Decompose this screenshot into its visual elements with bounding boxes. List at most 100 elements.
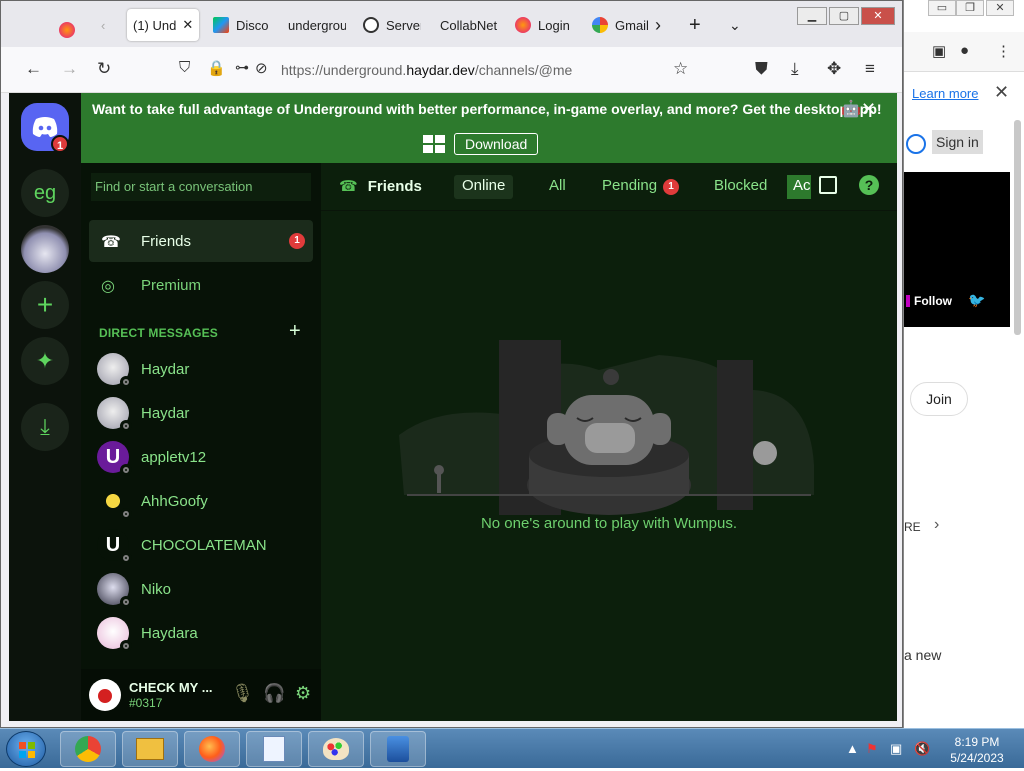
tab-label: Login [538, 17, 570, 33]
help-icon[interactable]: ? [859, 175, 879, 195]
gear-icon[interactable]: ⚙ [295, 683, 311, 704]
firefox-taskbar-icon[interactable] [184, 731, 240, 767]
url-prefix: https://underground. [281, 62, 407, 78]
reload-icon[interactable]: ↻ [97, 59, 111, 79]
close-button[interactable]: ✕ [861, 7, 895, 25]
tab-server[interactable]: Server [363, 9, 421, 41]
minimize-button[interactable]: ▁ [797, 7, 827, 25]
dm-item[interactable]: Haydar [89, 393, 313, 433]
create-dm-icon[interactable]: + [289, 320, 301, 343]
bg-maximize-button[interactable]: ❐ [956, 0, 984, 16]
info-icon [363, 17, 379, 33]
tab-bar: ‹ (1) Und ✕ Disco undergrou Server Colla… [1, 1, 902, 47]
permissions-icon[interactable]: ⊶ [235, 59, 249, 76]
bookmark-star-icon[interactable]: ☆ [673, 59, 688, 79]
tab-all[interactable]: All [541, 175, 574, 199]
tab-scroll-left-icon[interactable]: ‹ [101, 9, 105, 41]
embedded-video[interactable]: Follow 🐦 [904, 172, 1010, 327]
avatar [97, 617, 132, 652]
user-tag: #0317 [129, 696, 163, 710]
dm-item[interactable]: Haydar [89, 349, 313, 389]
menu-icon[interactable]: ⋮ [996, 42, 1011, 60]
dm-item[interactable]: Haydara [89, 613, 313, 653]
blocked-icon[interactable]: ⊘ [255, 59, 268, 77]
new-tab-icon[interactable]: + [689, 9, 701, 41]
tab-blocked[interactable]: Blocked [706, 175, 775, 199]
tab-gmail[interactable]: Gmail [592, 9, 648, 41]
chrome-taskbar-icon[interactable] [60, 731, 116, 767]
extensions-icon[interactable]: ✥ [827, 59, 841, 79]
windows-taskbar: ▲ ⚑ ▣ 🔇 8:19 PM 5/24/2023 [0, 728, 1024, 768]
close-banner-icon[interactable]: ✕ [861, 99, 876, 120]
tab-collabnet[interactable]: CollabNet [440, 9, 502, 41]
discord-logo-icon [32, 117, 58, 137]
explorer-taskbar-icon[interactable] [122, 731, 178, 767]
search-conversation-input[interactable]: Find or start a conversation [91, 173, 311, 201]
bg-minimize-button[interactable]: ▭ [928, 0, 956, 16]
compass-icon[interactable]: ✦ [21, 337, 69, 385]
tab-discord[interactable]: Disco [213, 9, 269, 41]
tab-close-icon[interactable]: ✕ [182, 17, 193, 33]
app-menu-icon[interactable]: ≡ [865, 59, 875, 79]
tab-underground[interactable]: (1) Und ✕ [127, 9, 199, 41]
pocket-icon[interactable]: ⛊ [755, 59, 768, 79]
join-button[interactable]: Join [910, 382, 968, 416]
notepad-taskbar-icon[interactable] [246, 731, 302, 767]
avatar: U [97, 529, 132, 564]
download-apps-icon[interactable]: ⤓ [21, 403, 69, 451]
close-icon[interactable]: ✕ [994, 82, 1009, 103]
server-eg[interactable]: eg [21, 169, 69, 217]
firefox-icon [515, 17, 531, 33]
tab-login[interactable]: Login [515, 9, 571, 41]
firefox-view-icon[interactable] [59, 14, 79, 46]
sidebar-item-friends[interactable]: ☎ Friends 1 [89, 220, 313, 262]
inbox-icon[interactable] [819, 176, 837, 194]
start-button[interactable] [6, 731, 46, 767]
profile-icon[interactable]: ● [960, 42, 969, 59]
dm-item[interactable]: AhhGoofy [89, 481, 313, 521]
scrollbar[interactable] [1014, 120, 1021, 335]
shield-icon[interactable]: ⛉ [179, 59, 190, 76]
action-center-icon[interactable]: ⚑ [866, 741, 878, 757]
tab-scroll-right-icon[interactable]: › [655, 9, 661, 41]
dm-item[interactable]: U CHOCOLATEMAN [89, 525, 313, 565]
lock-icon[interactable]: 🔒 [207, 59, 226, 77]
learn-more-link[interactable]: Learn more [912, 86, 978, 101]
add-friend-button[interactable]: Ac [787, 175, 811, 199]
url-bar[interactable]: https://underground.haydar.dev/channels/… [281, 62, 572, 78]
show-hidden-icons-icon[interactable]: ▲ [846, 741, 859, 756]
sign-in-label: Sign in [932, 130, 983, 154]
firefox-window: ‹ (1) Und ✕ Disco undergrou Server Colla… [0, 0, 903, 728]
dm-item[interactable]: Niko [89, 569, 313, 609]
list-tabs-chevron-down-icon[interactable]: ⌄ [729, 9, 741, 41]
download-icon[interactable]: ⤓ [791, 59, 799, 79]
dm-name: AhhGoofy [141, 492, 208, 510]
sidebar-item-premium[interactable]: ◎ Premium [89, 264, 313, 306]
chevron-right-icon[interactable]: › [934, 516, 939, 534]
maximize-button[interactable]: ▢ [829, 7, 859, 25]
headphones-icon[interactable]: 🎧 [263, 683, 285, 704]
forward-icon[interactable]: → [61, 59, 78, 79]
user-avatar[interactable] [89, 679, 121, 711]
back-icon[interactable]: ← [25, 59, 42, 79]
tab-pending[interactable]: Pending 1 [594, 175, 687, 199]
dm-item[interactable]: U appletv12 [89, 437, 313, 477]
download-button[interactable]: Download [454, 133, 539, 155]
follow-button[interactable]: Follow [906, 294, 952, 308]
mute-microphone-icon[interactable]: 🎙 [231, 683, 254, 704]
sign-in-button[interactable]: Sign in [904, 126, 994, 160]
sidebar-toggle-icon[interactable]: ▣ [932, 42, 946, 60]
sidebar-item-label: Premium [141, 276, 202, 294]
app-taskbar-icon[interactable] [370, 731, 426, 767]
dm-name: Haydar [141, 404, 190, 422]
bg-close-button[interactable]: ✕ [986, 0, 1014, 16]
system-clock[interactable]: 8:19 PM 5/24/2023 [944, 734, 1010, 766]
tab-online[interactable]: Online [454, 175, 514, 199]
server-avatar-anime[interactable] [21, 225, 69, 273]
network-icon[interactable]: ▣ [890, 741, 902, 757]
friends-icon: ☎ [101, 234, 121, 251]
add-server-icon[interactable]: + [21, 281, 69, 329]
paint-taskbar-icon[interactable] [308, 731, 364, 767]
tab-underground-2[interactable]: undergrou [288, 9, 346, 41]
volume-muted-icon[interactable]: 🔇 [914, 741, 930, 757]
